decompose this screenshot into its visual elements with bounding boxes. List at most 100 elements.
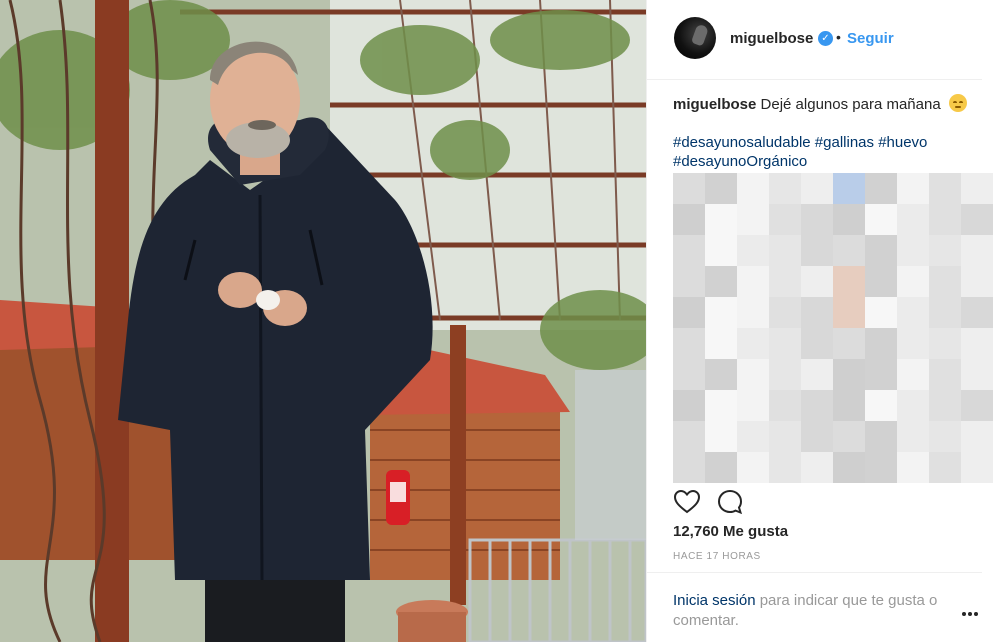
hashtag-list: #desayunosaludable #gallinas #huevo #des…	[673, 133, 973, 171]
pixel-block	[865, 173, 897, 204]
hashtag-link[interactable]: #gallinas	[815, 134, 874, 151]
login-prompt: Inicia sesión para indicar que te gusta …	[673, 591, 953, 631]
pixel-block	[929, 359, 961, 390]
hashtag-link[interactable]: #huevo	[878, 134, 927, 151]
pixel-block	[833, 235, 865, 266]
pixel-block	[929, 204, 961, 235]
follow-button[interactable]: Seguir	[847, 30, 894, 47]
pixel-block	[929, 173, 961, 204]
pixel-block	[673, 390, 705, 421]
pixel-block	[737, 266, 769, 297]
avatar-figure	[690, 23, 710, 47]
pixel-block	[737, 452, 769, 483]
heart-icon[interactable]	[673, 488, 701, 516]
pixel-block	[897, 421, 929, 452]
relieved-face-emoji-icon	[948, 94, 967, 112]
author-username[interactable]: miguelbose	[730, 30, 813, 47]
pixel-block	[705, 328, 737, 359]
verified-badge-icon: ✓	[818, 31, 833, 46]
pixel-block	[673, 235, 705, 266]
pixel-block	[705, 297, 737, 328]
pixel-block	[833, 297, 865, 328]
author-avatar[interactable]	[674, 17, 716, 59]
pixel-block	[801, 204, 833, 235]
pixel-block	[737, 173, 769, 204]
pixel-block	[801, 266, 833, 297]
caption-username[interactable]: miguelbose	[673, 96, 756, 113]
pixel-block	[673, 266, 705, 297]
pixel-block	[833, 452, 865, 483]
pixel-block	[737, 235, 769, 266]
pixel-block	[833, 204, 865, 235]
comment-icon[interactable]	[716, 488, 744, 516]
pixel-block	[705, 390, 737, 421]
pixel-block	[801, 390, 833, 421]
pixel-block	[897, 297, 929, 328]
pixel-block	[961, 328, 993, 359]
pixel-block	[737, 359, 769, 390]
pixel-block	[673, 297, 705, 328]
pixel-block	[897, 173, 929, 204]
pixel-block	[769, 390, 801, 421]
post-caption: miguelbose Dejé algunos para mañana	[673, 94, 973, 114]
pixel-block	[865, 421, 897, 452]
pixel-block	[897, 266, 929, 297]
pixel-block	[865, 359, 897, 390]
pixel-block	[865, 235, 897, 266]
pixel-block	[897, 390, 929, 421]
caption-text: Dejé algunos para mañana	[760, 96, 941, 113]
pixel-block	[737, 328, 769, 359]
hashtag-link[interactable]: #desayunosaludable	[673, 134, 811, 151]
more-options-icon[interactable]	[960, 609, 980, 619]
pixel-block	[929, 452, 961, 483]
pixel-block	[961, 452, 993, 483]
pixel-block	[801, 235, 833, 266]
pixel-block	[865, 297, 897, 328]
post-photo	[0, 0, 646, 642]
like-count[interactable]: 12,760 Me gusta	[673, 523, 788, 540]
pixel-block	[961, 297, 993, 328]
pixel-block	[865, 452, 897, 483]
pixelated-comments-area	[673, 173, 993, 483]
pixel-block	[897, 235, 929, 266]
pixel-block	[673, 452, 705, 483]
pixel-block	[705, 359, 737, 390]
post-actions	[673, 488, 973, 516]
pixel-block	[801, 359, 833, 390]
pixel-block	[865, 266, 897, 297]
pixel-block	[705, 266, 737, 297]
pixel-block	[769, 266, 801, 297]
pixel-block	[865, 204, 897, 235]
post-side-panel: miguelbose ✓ • Seguir miguelbose Dejé al…	[646, 0, 1000, 642]
pixel-block	[833, 328, 865, 359]
pixel-block	[705, 421, 737, 452]
photo-illustration	[0, 0, 646, 642]
pixel-block	[897, 359, 929, 390]
pixel-block	[961, 235, 993, 266]
pixel-block	[673, 359, 705, 390]
pixel-block	[897, 204, 929, 235]
pixel-block	[833, 390, 865, 421]
post-timestamp[interactable]: HACE 17 HORAS	[673, 551, 761, 562]
pixel-block	[961, 359, 993, 390]
pixel-block	[961, 173, 993, 204]
pixel-block	[673, 204, 705, 235]
pixel-block	[801, 421, 833, 452]
pixel-block	[769, 328, 801, 359]
pixel-block	[705, 235, 737, 266]
pixel-block	[737, 390, 769, 421]
pixel-block	[769, 235, 801, 266]
pixel-block	[929, 297, 961, 328]
pixel-block	[673, 328, 705, 359]
pixel-block	[801, 328, 833, 359]
pixel-block	[929, 390, 961, 421]
pixel-block	[801, 297, 833, 328]
pixel-block	[865, 328, 897, 359]
login-link[interactable]: Inicia sesión	[673, 592, 756, 609]
hashtag-link[interactable]: #desayunoOrgánico	[673, 153, 807, 170]
pixel-block	[737, 421, 769, 452]
pixel-block	[769, 421, 801, 452]
pixel-block	[865, 390, 897, 421]
pixel-block	[961, 421, 993, 452]
comment-login-footer: Inicia sesión para indicar que te gusta …	[647, 572, 982, 642]
